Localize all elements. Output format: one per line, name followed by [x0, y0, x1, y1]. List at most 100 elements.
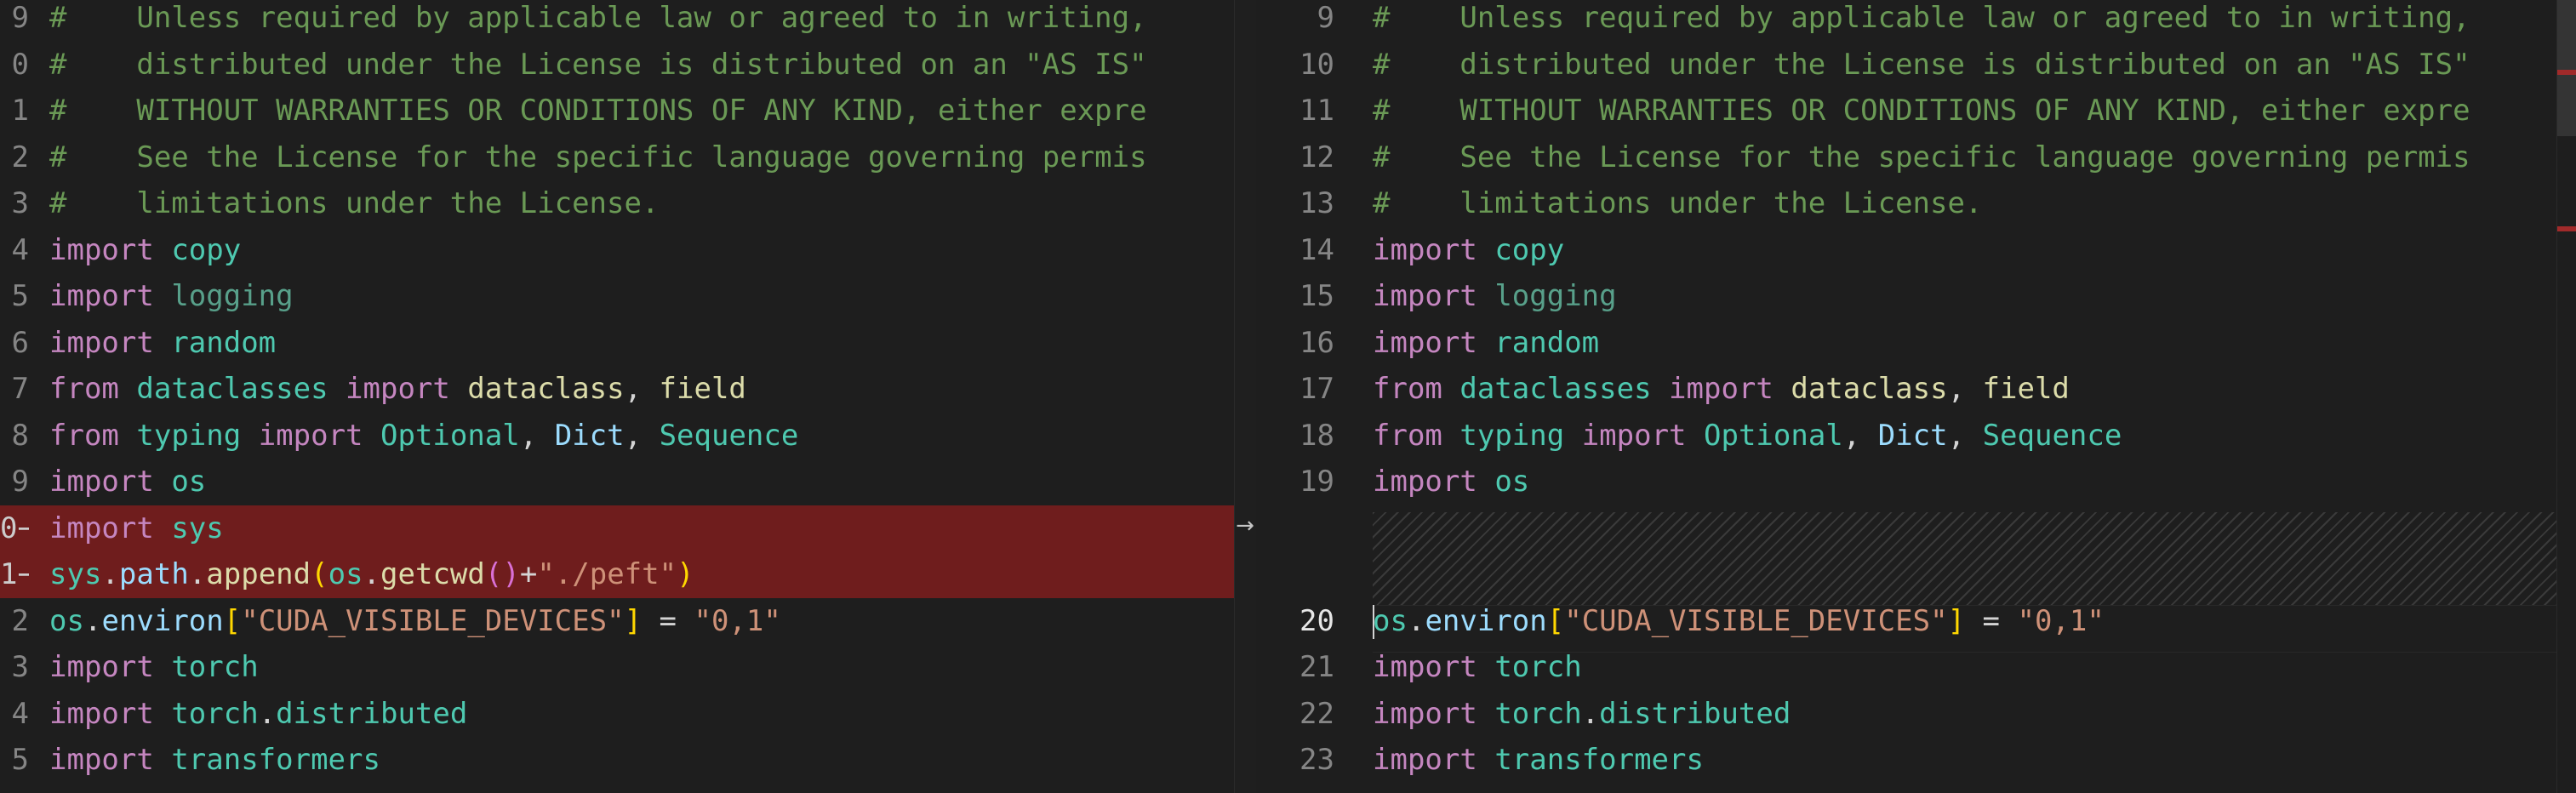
code-line[interactable]: 10 # distributed under the License is dis… [1256, 42, 2557, 88]
removed-marker: − [17, 511, 29, 545]
code-line[interactable]: 20 os.environ["CUDA_VISIBLE_DEVICES"] = "… [1256, 598, 2557, 645]
code-line[interactable]: 14 import copy [1256, 227, 2557, 274]
code-line[interactable]: 1 # WITHOUT WARRANTIES OR CONDITIONS OF A… [0, 88, 1234, 134]
code-line[interactable]: 21 import torch [1256, 644, 2557, 691]
line-number: 18 [1299, 418, 1334, 453]
scrollbar-change-marker [2557, 70, 2576, 75]
code-line[interactable]: 2 os.environ["CUDA_VISIBLE_DEVICES"] = "0… [0, 598, 1234, 645]
code-text: import os [49, 465, 207, 499]
line-number: 4 [0, 691, 29, 738]
code-line[interactable]: 6 import random [0, 320, 1234, 367]
code-line[interactable]: 15 import logging [1256, 273, 2557, 320]
line-number-value: 2 [11, 140, 29, 174]
line-number: 1 [0, 88, 29, 134]
revert-change-icon[interactable]: → [1234, 509, 1256, 543]
code-text: from typing import Optional, Dict, Seque… [1373, 418, 2122, 453]
code-line[interactable]: 5 import logging [0, 273, 1234, 320]
line-number-value: 1 [11, 94, 29, 128]
code-line[interactable]: 5 import transformers [0, 737, 1234, 784]
line-number-value: 4 [11, 232, 29, 267]
scrollbar-change-marker [2557, 226, 2576, 231]
code-line[interactable]: 19 import os [1256, 459, 2557, 505]
modified-file-pane[interactable]: 9 # Unless required by applicable law or … [1256, 0, 2576, 793]
code-line[interactable]: 13 # limitations under the License. [1256, 180, 2557, 227]
code-line[interactable]: 17 from dataclasses import dataclass, fie… [1256, 366, 2557, 413]
code-text: import logging [1373, 279, 1617, 313]
code-text: sys.path.append(os.getcwd()+"./peft") [49, 557, 694, 591]
code-text: import copy [49, 232, 242, 267]
code-text: # Unless required by applicable law or a… [1373, 1, 2470, 35]
code-line[interactable]: 4 import torch.distributed [0, 691, 1234, 738]
line-number: 5 [0, 737, 29, 784]
code-text: # limitations under the License. [49, 186, 660, 220]
line-number-value: 6 [11, 325, 29, 360]
deleted-lines-placeholder [1373, 512, 2557, 605]
line-number: 13 [1299, 186, 1334, 220]
code-text: os.environ["CUDA_VISIBLE_DEVICES"] = "0,… [1373, 603, 2105, 639]
line-number: 14 [1299, 232, 1334, 267]
code-line[interactable]: 16 import random [1256, 320, 2557, 367]
code-text: os.environ["CUDA_VISIBLE_DEVICES"] = "0,… [49, 603, 781, 638]
removed-line[interactable]: 1− sys.path.append(os.getcwd()+"./peft") [0, 551, 1234, 598]
line-number: 9 [1317, 1, 1334, 35]
code-text: # Unless required by applicable law or a… [49, 1, 1147, 35]
line-number-value: 4 [11, 696, 29, 731]
code-line[interactable]: 22 import torch.distributed [1256, 691, 2557, 738]
scrollbar-thumb[interactable] [2557, 0, 2576, 136]
code-line[interactable]: 3 import torch [0, 644, 1234, 691]
code-line[interactable]: 23 import transformers [1256, 737, 2557, 784]
code-line[interactable]: 12 # See the License for the specific lan… [1256, 134, 2557, 181]
line-number-value: 3 [11, 186, 29, 220]
line-number-value: 2 [11, 603, 29, 638]
line-number: 5 [0, 273, 29, 320]
line-number-value: 0 [0, 511, 18, 545]
code-text: import logging [49, 279, 294, 313]
code-line[interactable]: 7 from dataclasses import dataclass, fiel… [0, 366, 1234, 413]
code-text: import random [1373, 325, 1600, 360]
line-number: 10 [1299, 47, 1334, 82]
removed-line[interactable]: 0− import sys [0, 505, 1234, 552]
code-line[interactable]: 11 # WITHOUT WARRANTIES OR CONDITIONS OF … [1256, 88, 2557, 134]
line-number: 9 [0, 0, 29, 42]
code-text: import copy [1373, 232, 1565, 267]
line-number: 3 [0, 180, 29, 227]
line-number: 0− [0, 505, 29, 552]
code-line[interactable]: 9 # Unless required by applicable law or … [1256, 0, 2557, 42]
code-line[interactable]: 2 # See the License for the specific lang… [0, 134, 1234, 181]
code-text: import transformers [49, 743, 380, 777]
diff-divider [1234, 0, 1257, 793]
removed-marker: − [17, 557, 29, 591]
line-number: 0 [0, 42, 29, 88]
line-number: 9 [0, 459, 29, 505]
line-number: 21 [1299, 650, 1334, 684]
code-text: import torch [49, 650, 259, 684]
line-number: 16 [1299, 325, 1334, 360]
code-text: import torch.distributed [1373, 696, 1791, 731]
line-number: 1− [0, 551, 29, 598]
line-number: 4 [0, 227, 29, 274]
line-number: 6 [0, 320, 29, 367]
code-text: # WITHOUT WARRANTIES OR CONDITIONS OF AN… [1373, 94, 2470, 128]
vertical-scrollbar[interactable] [2556, 0, 2576, 793]
code-text: import random [49, 325, 277, 360]
code-line[interactable]: 3 # limitations under the License. [0, 180, 1234, 227]
line-number-value: 3 [11, 650, 29, 684]
line-number: 2 [0, 134, 29, 181]
line-number-value: 5 [11, 743, 29, 777]
original-file-pane[interactable]: 9 # Unless required by applicable law or … [0, 0, 1234, 793]
code-line[interactable]: 4 import copy [0, 227, 1234, 274]
code-text: # See the License for the specific langu… [1373, 140, 2470, 174]
line-number-value: 8 [11, 418, 29, 453]
line-number-value: 1 [0, 557, 18, 591]
code-line[interactable]: 18 from typing import Optional, Dict, Seq… [1256, 413, 2557, 459]
code-text: import transformers [1373, 743, 1704, 777]
code-line[interactable]: 8 from typing import Optional, Dict, Sequ… [0, 413, 1234, 459]
code-line[interactable]: 9 import os [0, 459, 1234, 505]
code-text: import torch.distributed [49, 696, 468, 731]
line-number: 17 [1299, 372, 1334, 406]
code-line[interactable]: 0 # distributed under the License is dist… [0, 42, 1234, 88]
code-text: from dataclasses import dataclass, field [49, 372, 746, 406]
line-number: 7 [0, 366, 29, 413]
line-number-value: 0 [11, 47, 29, 82]
code-line[interactable]: 9 # Unless required by applicable law or … [0, 0, 1234, 42]
